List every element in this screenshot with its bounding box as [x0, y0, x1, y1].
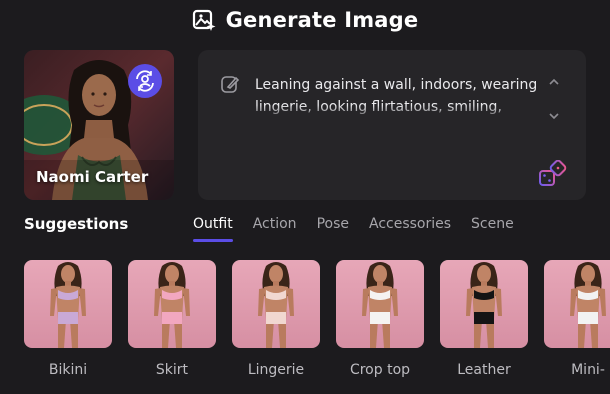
- figure-illustration: [440, 260, 528, 348]
- chevron-down-icon[interactable]: [548, 111, 560, 121]
- figure-illustration: [232, 260, 320, 348]
- suggestion-label: Mini-: [571, 362, 605, 378]
- suggestion-label: Crop top: [349, 362, 411, 378]
- suggestion-list: Bikini Skirt Lingerie Crop top Leather M…: [24, 260, 610, 394]
- suggestion-label: Lingerie: [247, 362, 305, 378]
- tab-action[interactable]: Action: [253, 216, 297, 242]
- suggestion-bikini[interactable]: Bikini: [24, 260, 112, 378]
- suggestion-label: Skirt: [155, 362, 189, 378]
- suggestion-skirt[interactable]: Skirt: [128, 260, 216, 378]
- suggestion-image: [232, 260, 320, 348]
- tab-accessories[interactable]: Accessories: [369, 216, 451, 242]
- swap-character-button[interactable]: [128, 64, 162, 98]
- suggestion-label: Leather: [457, 362, 511, 378]
- suggestion-image: [544, 260, 610, 348]
- suggestion-mini[interactable]: Mini-: [544, 260, 610, 378]
- suggestion-image: [24, 260, 112, 348]
- tab-scene[interactable]: Scene: [471, 216, 514, 242]
- character-card[interactable]: Naomi Carter: [24, 50, 174, 200]
- dice-icon[interactable]: [538, 160, 568, 188]
- tab-outfit[interactable]: Outfit: [193, 216, 233, 242]
- suggestion-label: Bikini: [48, 362, 88, 378]
- suggestion-crop-top[interactable]: Crop top: [336, 260, 424, 378]
- suggestion-leather[interactable]: Leather: [440, 260, 528, 378]
- page-title: Generate Image: [225, 8, 419, 32]
- character-name: Naomi Carter: [36, 168, 149, 186]
- suggestion-lingerie[interactable]: Lingerie: [232, 260, 320, 378]
- suggestion-image: [336, 260, 424, 348]
- page-header: Generate Image: [0, 6, 610, 34]
- prompt-box[interactable]: Leaning against a wall, indoors, wearing…: [198, 50, 586, 200]
- swap-character-icon: [136, 70, 154, 92]
- suggestion-image: [128, 260, 216, 348]
- figure-illustration: [544, 260, 610, 348]
- figure-illustration: [336, 260, 424, 348]
- tab-pose[interactable]: Pose: [317, 216, 349, 242]
- suggestion-image: [440, 260, 528, 348]
- suggestions-title: Suggestions: [24, 215, 129, 233]
- figure-illustration: [24, 260, 112, 348]
- edit-icon: [221, 76, 240, 93]
- suggestion-tabs: Outfit Action Pose Accessories Scene: [193, 216, 514, 242]
- chevron-up-icon[interactable]: [548, 77, 560, 87]
- figure-illustration: [128, 260, 216, 348]
- prompt-text[interactable]: Leaning against a wall, indoors, wearing…: [255, 74, 545, 122]
- image-sparkle-icon: [192, 9, 216, 31]
